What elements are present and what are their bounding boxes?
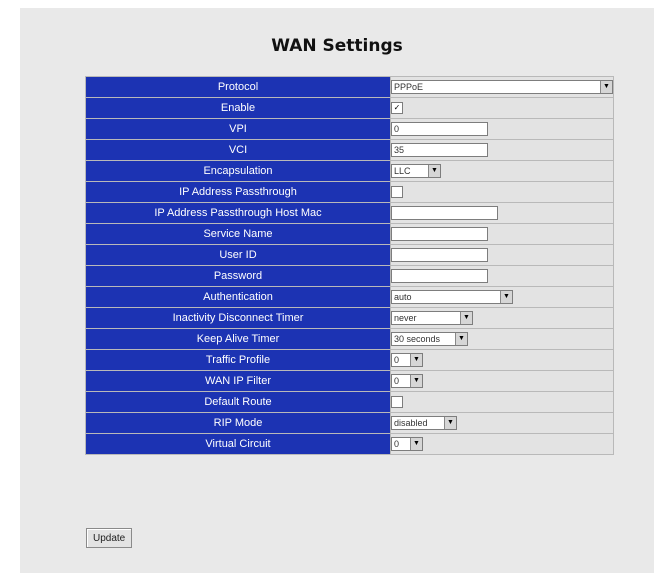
row-encapsulation: Encapsulation LLC ▼ [86,161,613,181]
value-cell-user-id [391,245,613,265]
value-cell-service-name [391,224,613,244]
row-ip-address-passthrough-host-mac: IP Address Passthrough Host Mac [86,203,613,223]
virtual-circuit-select[interactable]: 0 ▼ [391,436,423,451]
chevron-down-icon[interactable]: ▼ [410,437,422,450]
value-cell-protocol: PPPoE ▼ [391,77,613,97]
chevron-down-icon[interactable]: ▼ [410,374,422,387]
chevron-down-icon[interactable]: ▼ [500,290,512,303]
value-cell-wan-ip-filter: 0 ▼ [391,371,613,391]
label-ip-address-passthrough-host-mac: IP Address Passthrough Host Mac [86,203,390,223]
label-default-route: Default Route [86,392,390,412]
user-id-input[interactable] [391,247,488,262]
keep-alive-timer-select[interactable]: 30 seconds ▼ [391,331,468,346]
default-route-checkbox[interactable] [391,395,403,408]
traffic-profile-select[interactable]: 0 ▼ [391,352,423,367]
rip-mode-select[interactable]: disabled ▼ [391,415,457,430]
checkmark-icon: ✓ [393,103,401,113]
inactivity-disconnect-timer-select[interactable]: never ▼ [391,310,473,325]
label-wan-ip-filter: WAN IP Filter [86,371,390,391]
vci-input[interactable]: 35 [391,142,488,157]
service-name-input[interactable] [391,226,488,241]
value-cell-enable: ✓ [391,98,613,118]
value-cell-vci: 35 [391,140,613,160]
row-virtual-circuit: Virtual Circuit 0 ▼ [86,434,613,454]
value-cell-traffic-profile: 0 ▼ [391,350,613,370]
value-cell-keep-alive-timer: 30 seconds ▼ [391,329,613,349]
row-service-name: Service Name [86,224,613,244]
row-vci: VCI 35 [86,140,613,160]
ip-address-passthrough-host-mac-input[interactable] [391,205,498,220]
row-password: Password [86,266,613,286]
enable-checkbox[interactable]: ✓ [391,101,403,114]
row-rip-mode: RIP Mode disabled ▼ [86,413,613,433]
chevron-down-icon[interactable]: ▼ [444,416,456,429]
label-keep-alive-timer: Keep Alive Timer [86,329,390,349]
virtual-circuit-selected-value: 0 [394,438,400,449]
label-rip-mode: RIP Mode [86,413,390,433]
vpi-input[interactable]: 0 [391,121,488,136]
value-cell-virtual-circuit: 0 ▼ [391,434,613,454]
row-ip-address-passthrough: IP Address Passthrough [86,182,613,202]
password-input[interactable] [391,268,488,283]
value-cell-rip-mode: disabled ▼ [391,413,613,433]
label-user-id: User ID [86,245,390,265]
label-vpi: VPI [86,119,390,139]
row-vpi: VPI 0 [86,119,613,139]
label-password: Password [86,266,390,286]
chevron-down-icon[interactable]: ▼ [455,332,467,345]
value-cell-ip-address-passthrough [391,182,613,202]
row-enable: Enable ✓ [86,98,613,118]
row-authentication: Authentication auto ▼ [86,287,613,307]
update-button[interactable]: Update [86,528,133,548]
label-inactivity-disconnect-timer: Inactivity Disconnect Timer [86,308,390,328]
chevron-down-icon[interactable]: ▼ [428,164,440,177]
chevron-down-icon[interactable]: ▼ [460,311,472,324]
rip-mode-selected-value: disabled [394,417,428,428]
wan-ip-filter-select[interactable]: 0 ▼ [391,373,423,388]
label-traffic-profile: Traffic Profile [86,350,390,370]
label-encapsulation: Encapsulation [86,161,390,181]
encapsulation-selected-value: LLC [394,165,411,176]
row-protocol: Protocol PPPoE ▼ [86,77,613,97]
label-ip-address-passthrough: IP Address Passthrough [86,182,390,202]
authentication-select[interactable]: auto ▼ [391,289,513,304]
value-cell-vpi: 0 [391,119,613,139]
ip-address-passthrough-checkbox[interactable] [391,185,403,198]
label-vci: VCI [86,140,390,160]
label-enable: Enable [86,98,390,118]
wan-settings-table: Protocol PPPoE ▼ Enable ✓ VPI 0 VCI 35 Encapsulat… [85,76,614,455]
label-virtual-circuit: Virtual Circuit [86,434,390,454]
row-inactivity-disconnect-timer: Inactivity Disconnect Timer never ▼ [86,308,613,328]
chevron-down-icon[interactable]: ▼ [600,80,612,93]
row-wan-ip-filter: WAN IP Filter 0 ▼ [86,371,613,391]
value-cell-default-route [391,392,613,412]
value-cell-ip-address-passthrough-host-mac [391,203,613,223]
inactivity-disconnect-timer-selected-value: never [394,312,417,323]
label-authentication: Authentication [86,287,390,307]
row-default-route: Default Route [86,392,613,412]
encapsulation-select[interactable]: LLC ▼ [391,163,441,178]
protocol-selected-value: PPPoE [394,81,424,92]
settings-panel: WAN Settings Protocol PPPoE ▼ Enable ✓ VPI 0 VC… [20,8,654,573]
value-cell-inactivity-disconnect-timer: never ▼ [391,308,613,328]
value-cell-password [391,266,613,286]
label-protocol: Protocol [86,77,390,97]
keep-alive-timer-selected-value: 30 seconds [394,333,441,344]
authentication-selected-value: auto [394,291,412,302]
wan-ip-filter-selected-value: 0 [394,375,400,386]
traffic-profile-selected-value: 0 [394,354,400,365]
value-cell-encapsulation: LLC ▼ [391,161,613,181]
chevron-down-icon[interactable]: ▼ [410,353,422,366]
row-traffic-profile: Traffic Profile 0 ▼ [86,350,613,370]
value-cell-authentication: auto ▼ [391,287,613,307]
row-user-id: User ID [86,245,613,265]
label-service-name: Service Name [86,224,390,244]
protocol-select[interactable]: PPPoE ▼ [391,79,613,94]
page-title: WAN Settings [271,36,403,56]
row-keep-alive-timer: Keep Alive Timer 30 seconds ▼ [86,329,613,349]
